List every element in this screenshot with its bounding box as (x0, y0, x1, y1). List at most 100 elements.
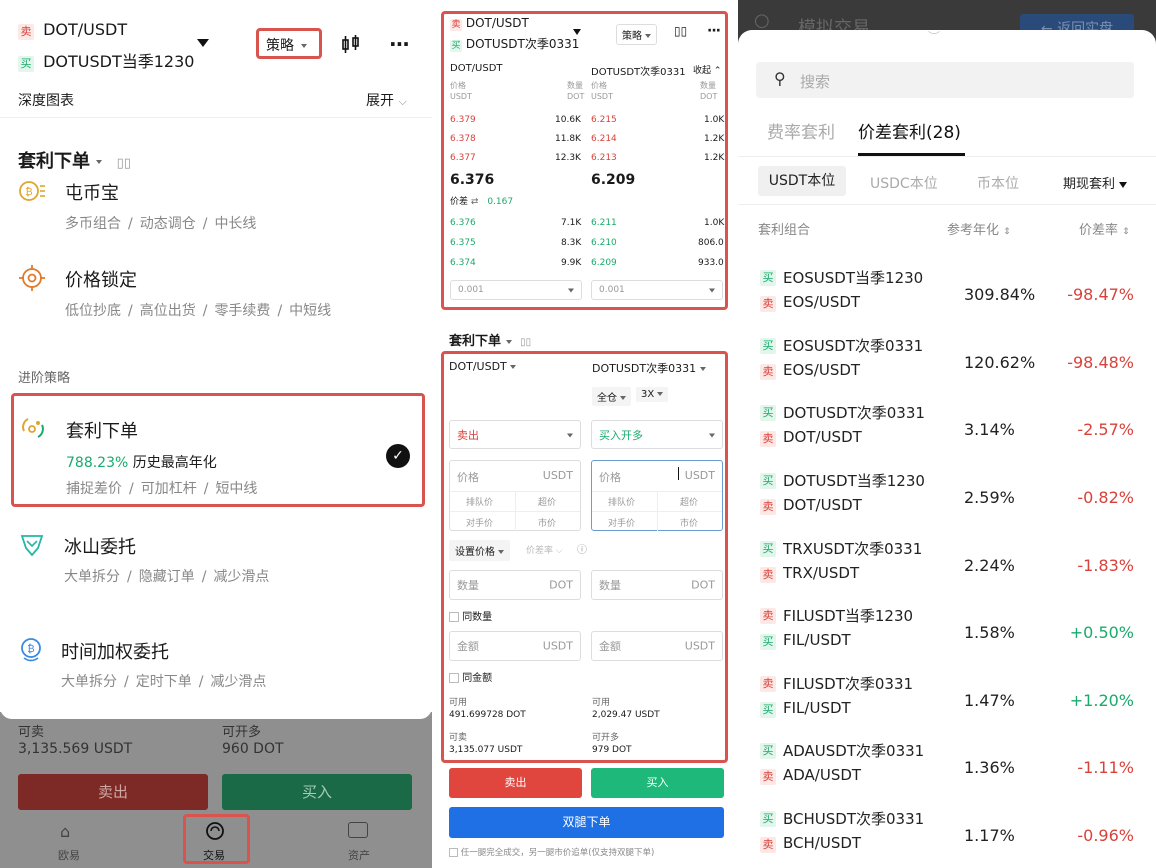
book-icon[interactable]: ▯▯ (117, 156, 131, 171)
right-pair-select[interactable]: DOTUSDT次季0331 (592, 360, 706, 376)
pair-sell-row[interactable]: 卖 DOT/USDT (18, 20, 127, 40)
strategy-title-1[interactable]: 屯币宝 (65, 179, 119, 205)
leg2-name: DOT/USDT (783, 496, 862, 514)
right-side-select[interactable]: 买入开多 (591, 420, 723, 449)
strategy-title-4[interactable]: 时间加权委托 (61, 638, 169, 664)
collapse-toggle[interactable]: 收起 ⌃ (693, 63, 721, 76)
right-step-select[interactable]: 0.001 (591, 280, 723, 300)
ask-price[interactable]: 6.378 (450, 134, 476, 144)
arb-row[interactable]: 买 DOTUSDT次季0331 卖 DOT/USDT 3.14% -2.57% (738, 400, 1156, 468)
same-qty-checkbox[interactable]: 同数量 (449, 608, 492, 623)
ask-price[interactable]: 6.215 (591, 115, 617, 125)
search-input[interactable]: ⚲ 搜索 (756, 62, 1134, 98)
more-icon[interactable]: ··· (707, 23, 721, 39)
arb-row[interactable]: 买 TRXUSDT次季0331 卖 TRX/USDT 2.24% -1.83% (738, 536, 1156, 604)
margin-select[interactable]: 全仓 (592, 387, 632, 406)
can-buy-label: 可开多 (222, 725, 262, 740)
bid-price[interactable]: 6.210 (591, 238, 617, 248)
arb-title[interactable]: 套利下单 ▯▯ (18, 147, 131, 173)
arb-row[interactable]: 买 EOSUSDT当季1230 卖 EOS/USDT 309.84% -98.47% (738, 265, 1156, 333)
strategy-title-3[interactable]: 冰山委托 (64, 533, 136, 559)
caret-icon (709, 428, 715, 441)
quick-over[interactable]: 超价 (680, 495, 698, 508)
pair-dropdown-icon[interactable] (197, 39, 209, 47)
dual-leg-note[interactable]: 任一腿完全成交，另一腿市价追单(仅支持双腿下单) (449, 846, 654, 858)
tab-spread-arb[interactable]: 价差套利(28) (858, 118, 961, 143)
sell-button[interactable]: 卖出 (18, 774, 208, 810)
left-side-select[interactable]: 卖出 (449, 420, 581, 449)
annual-yield: 1.47% (964, 691, 1015, 710)
price-placeholder[interactable]: 价格 (599, 469, 621, 485)
candlestick-icon[interactable] (340, 34, 362, 56)
nav-home[interactable]: 欧易 (58, 847, 80, 863)
arb-row[interactable]: 买 EOSUSDT次季0331 卖 EOS/USDT 120.62% -98.48% (738, 333, 1156, 401)
sell-button[interactable]: 卖出 (449, 768, 582, 798)
filter-spot-futures[interactable]: 期现套利 (1063, 173, 1128, 192)
nav-assets[interactable]: 资产 (348, 847, 370, 863)
dual-leg-order-button[interactable]: 双腿下单 (449, 807, 724, 838)
spread-rate-select[interactable]: 价差率 ⌵ (526, 543, 563, 556)
arb-row[interactable]: 买 ADAUSDT次季0331 卖 ADA/USDT 1.36% -1.11% (738, 738, 1156, 806)
set-price-select[interactable]: 设置价格 (449, 540, 511, 561)
pair-dropdown-icon[interactable] (573, 29, 581, 35)
quick-queue[interactable]: 排队价 (608, 495, 635, 508)
leverage-select[interactable]: 3X (636, 387, 669, 402)
col-rate[interactable]: 价差率 ⇕ (1079, 219, 1130, 238)
book-icon[interactable]: ▯▯ (520, 337, 531, 348)
spread-label: 价差 (450, 197, 469, 207)
bid-price[interactable]: 6.209 (591, 258, 617, 268)
filter-usdc[interactable]: USDC本位 (870, 173, 938, 193)
bid-qty: 806.0 (698, 238, 724, 248)
left-pair-select[interactable]: DOT/USDT (449, 360, 517, 373)
filter-coin[interactable]: 币本位 (977, 173, 1019, 193)
buy-button[interactable]: 买入 (591, 768, 724, 798)
quick-queue[interactable]: 排队价 (466, 495, 493, 508)
pair-buy-row[interactable]: 买 DOTUSDT次季0331 (450, 35, 579, 52)
info-icon[interactable]: ⓘ (577, 541, 587, 556)
arb-title[interactable]: 套利下单 ▯▯ (449, 330, 531, 349)
left-qty-input[interactable]: 数量 DOT (449, 570, 581, 600)
arb-row[interactable]: 卖 FILUSDT次季0331 买 FIL/USDT 1.47% +1.20% (738, 671, 1156, 739)
swap-icon[interactable]: ⇄ (471, 197, 479, 207)
left-amt-input[interactable]: 金额 USDT (449, 631, 581, 661)
col-price: 价格 (591, 81, 607, 90)
strategy-button[interactable]: 策略 (616, 24, 658, 45)
tab-funding-arb[interactable]: 费率套利 (767, 118, 835, 143)
left-step-select[interactable]: 0.001 (450, 280, 582, 300)
step-value: 0.001 (599, 285, 625, 295)
price-placeholder[interactable]: 价格 (457, 469, 479, 485)
buy-button[interactable]: 买入 (222, 774, 412, 810)
strategy-title-2[interactable]: 价格锁定 (65, 266, 137, 292)
strategy-button[interactable]: 策略 (266, 35, 308, 55)
quick-counter[interactable]: 对手价 (466, 516, 493, 529)
bid-price[interactable]: 6.375 (450, 238, 476, 248)
quick-over[interactable]: 超价 (538, 495, 556, 508)
pair-buy-row[interactable]: 买 DOTUSDT当季1230 (18, 48, 194, 72)
arb-row[interactable]: 买 DOTUSDT当季1230 卖 DOT/USDT 2.59% -0.82% (738, 468, 1156, 536)
ask-qty: 1.2K (704, 153, 725, 163)
arb-row[interactable]: 买 BCHUSDT次季0331 卖 BCH/USDT 1.17% -0.96% (738, 806, 1156, 868)
more-icon[interactable]: ··· (389, 32, 410, 56)
quick-market[interactable]: 市价 (680, 516, 698, 529)
col-annual[interactable]: 参考年化 ⇕ (947, 219, 1011, 238)
same-amt-checkbox[interactable]: 同金额 (449, 669, 492, 684)
bid-price[interactable]: 6.211 (591, 218, 617, 228)
right-qty-input[interactable]: 数量 DOT (591, 570, 723, 600)
pair-sell-row[interactable]: 卖 DOT/USDT (450, 16, 529, 31)
ask-price[interactable]: 6.214 (591, 134, 617, 144)
bid-price[interactable]: 6.376 (450, 218, 476, 228)
sheet-handle-icon[interactable]: ︶ (928, 31, 964, 43)
selected-title[interactable]: 套利下单 (66, 417, 138, 443)
filter-usdt[interactable]: USDT本位 (758, 166, 846, 196)
arb-row[interactable]: 卖 FILUSDT当季1230 买 FIL/USDT 1.58% +0.50% (738, 603, 1156, 671)
right-amt-input[interactable]: 金额 USDT (591, 631, 723, 661)
ask-price[interactable]: 6.377 (450, 153, 476, 163)
ask-price[interactable]: 6.213 (591, 153, 617, 163)
candlestick-icon[interactable]: ▯▯ (674, 24, 687, 38)
ask-price[interactable]: 6.379 (450, 115, 476, 125)
expand-toggle[interactable]: 展开 ⌵ (366, 90, 407, 110)
quick-market[interactable]: 市价 (538, 516, 556, 529)
nav-trade[interactable]: 交易 (203, 847, 225, 863)
quick-counter[interactable]: 对手价 (608, 516, 635, 529)
bid-price[interactable]: 6.374 (450, 258, 476, 268)
